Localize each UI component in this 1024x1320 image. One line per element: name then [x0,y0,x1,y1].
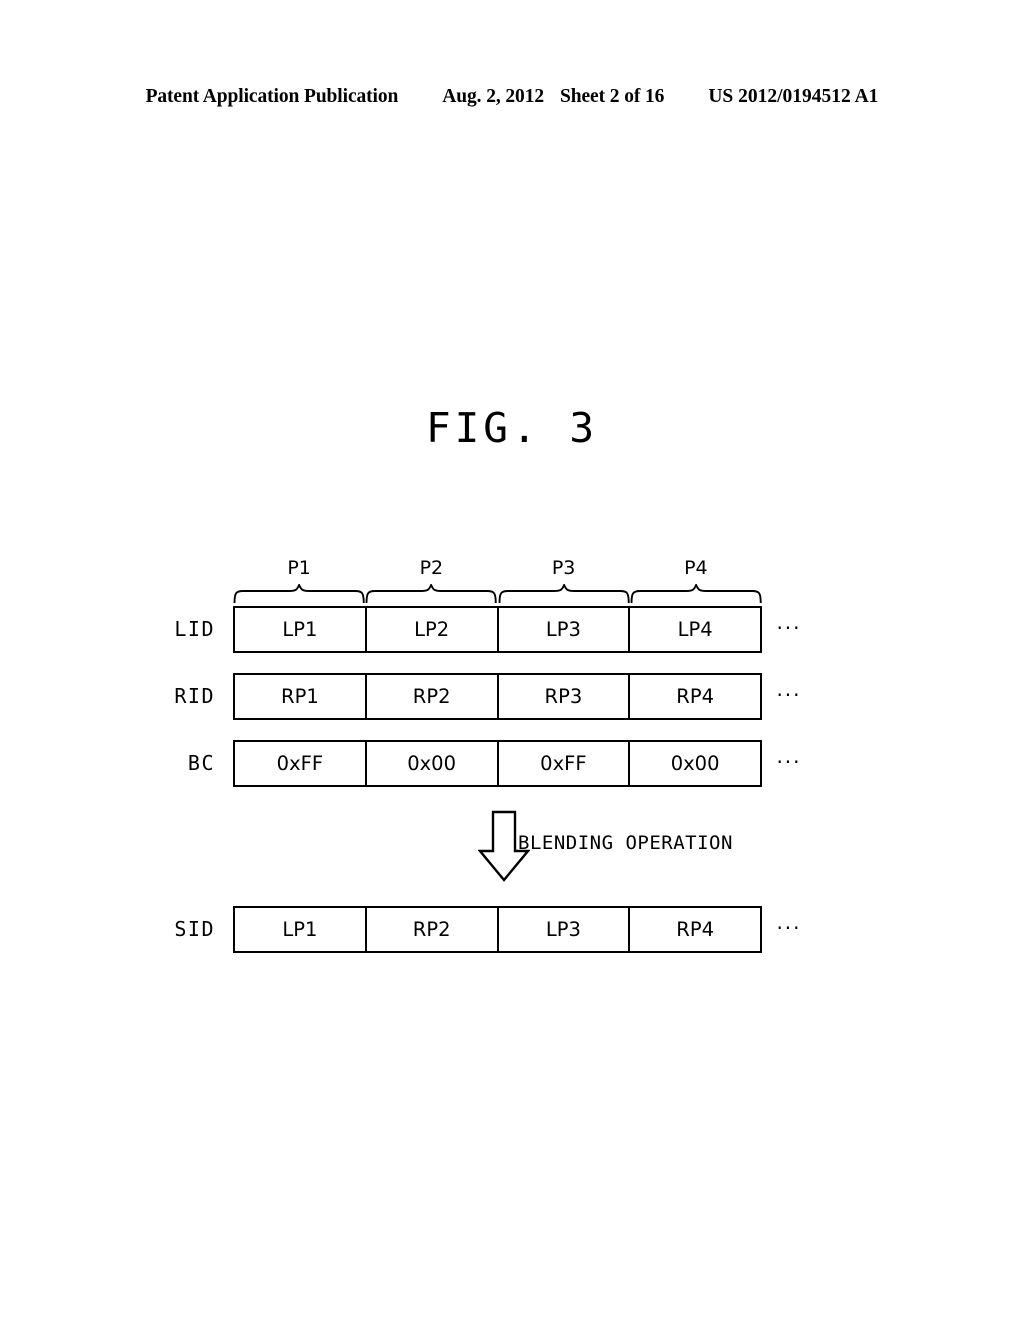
brace-p2 [365,584,497,604]
period-label-p1: P1 [287,557,311,579]
figure-3-diagram: P1 P2 P3 P4 LID LP1 LP2 LP3 LP4 ··· RID … [0,0,1024,1320]
cell-lid-p2: LP2 [367,608,499,651]
cell-bc-p4: 0x00 [670,752,720,775]
period-brace-band [233,584,762,604]
continuation-ellipsis-sid: ··· [776,916,802,940]
brace-p4 [630,584,762,604]
cell-rid-p2: RP2 [367,675,499,718]
cell-sid-p4: RP4 [676,918,714,941]
brace-p1 [233,584,365,604]
continuation-ellipsis-rid: ··· [776,683,802,707]
continuation-ellipsis-bc: ··· [776,750,802,774]
cell-bc-p1: 0xFF [235,742,367,785]
row-cells-rid: RP1 RP2 RP3 RP4 [233,673,762,720]
brace-p3 [498,584,630,604]
cell-bc-p2: 0x00 [367,742,499,785]
cell-rid-p1: RP1 [235,675,367,718]
period-label-p3: P3 [551,557,576,579]
row-label-sid: SID [174,917,215,941]
patent-page: Patent Application Publication Aug. 2, 2… [0,0,1024,1320]
row-label-lid: LID [174,617,215,641]
cell-bc-p3: 0xFF [499,742,631,785]
cell-sid-p1: LP1 [235,908,367,951]
cell-lid-p3: LP3 [499,608,631,651]
cell-rid-p4: RP4 [676,685,714,708]
blending-operation-group: BLENDING OPERATION [478,810,898,888]
cell-rid-p3: RP3 [499,675,631,718]
row-cells-sid: LP1 RP2 LP3 RP4 [233,906,762,953]
continuation-ellipsis-lid: ··· [776,616,802,640]
cell-lid-p4: LP4 [677,618,713,641]
row-cells-lid: LP1 LP2 LP3 LP4 [233,606,762,653]
period-label-p4: P4 [684,557,708,579]
cell-sid-p2: RP2 [367,908,499,951]
period-label-p2: P2 [419,557,444,579]
cell-lid-p1: LP1 [235,608,367,651]
blending-operation-label: BLENDING OPERATION [518,832,733,854]
cell-sid-p3: LP3 [499,908,631,951]
row-cells-bc: 0xFF 0x00 0xFF 0x00 [233,740,762,787]
period-label-band: P1 P2 P3 P4 [233,556,762,580]
row-label-bc: BC [187,751,215,775]
row-label-rid: RID [174,684,215,708]
